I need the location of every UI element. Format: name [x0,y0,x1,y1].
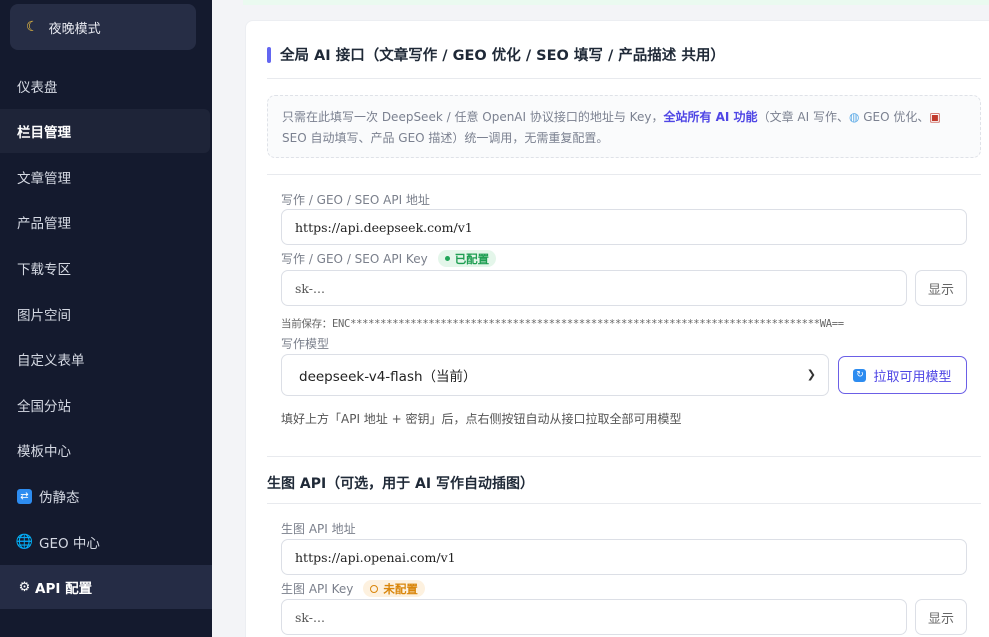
label-text: 写作 / GEO / SEO API Key [281,252,428,266]
sidebar-item-label: 产品管理 [17,216,71,232]
divider [267,174,981,175]
globe-icon: 🌐 [15,534,34,550]
image-api-key-label: 生图 API Key 未配置 [281,580,425,597]
info-notice: 只需在此填写一次 DeepSeek / 任意 OpenAI 协议接口的地址与 K… [267,95,981,158]
status-dot-icon [444,256,450,261]
badge-text: 已配置 [454,251,490,266]
model-hint: 填好上方「API 地址 + 密钥」后，点右侧按钮自动从接口拉取全部可用模型 [281,412,682,426]
gear-icon: ⚙ [18,579,31,595]
api-url-label: 写作 / GEO / SEO API 地址 [281,191,430,208]
divider [267,456,981,457]
show-key-button[interactable]: 显示 [915,270,967,306]
notice-highlight: 全站所有 AI 功能 [663,110,758,124]
status-ring-icon [370,584,379,593]
label-text: 生图 API 地址 [281,522,356,536]
sidebar-item-label: 自定义表单 [17,353,85,369]
image-api-url-input[interactable]: https://api.openai.com/v1 [281,539,967,575]
sidebar-item-products[interactable]: 产品管理 [0,200,212,244]
button-label: 显示 [927,611,954,627]
sidebar-item-label: API 配置 [35,581,93,597]
chevron-down-icon: ❯ [806,368,816,381]
notice-text: 只需在此填写一次 DeepSeek / 任意 OpenAI 协议接口的地址与 K… [282,110,664,124]
label-text: 生图 API Key [281,582,354,596]
section-title-text: 全局 AI 接口（文章写作 / GEO 优化 / SEO 填写 / 产品描述 共… [280,48,725,64]
notice-text: （文章 AI 写作、 [757,110,849,124]
refresh-icon: ↻ [853,368,867,382]
model-label: 写作模型 [281,335,329,352]
api-key-input[interactable]: sk-... [281,270,907,306]
sidebar-item-columns[interactable]: 栏目管理 [0,109,210,153]
sidebar-item-label: 模板中心 [17,444,71,460]
model-select[interactable]: deepseek-v4-flash（当前） ❯ [281,354,829,396]
status-badge-configured: 已配置 [437,250,497,267]
title-accent-bar [267,46,271,63]
sidebar-item-label: 栏目管理 [17,125,71,141]
image-api-key-input[interactable]: sk-... [281,599,907,635]
section-title-global-ai: 全局 AI 接口（文章写作 / GEO 优化 / SEO 填写 / 产品描述 共… [267,44,725,65]
notice-text: GEO 优化、 [859,110,930,124]
button-label: 显示 [927,282,954,298]
sidebar-item-images[interactable]: 图片空间 [0,292,212,336]
night-mode-label: 夜晚模式 [48,21,101,37]
input-value: https://api.deepseek.com/v1 [295,219,473,235]
sidebar-item-api-config[interactable]: ⚙ API 配置 [0,565,212,609]
show-image-key-button[interactable]: 显示 [915,599,967,635]
api-key-label: 写作 / GEO / SEO API Key 已配置 [281,250,497,267]
night-mode-toggle[interactable]: ☾ 夜晚模式 [10,4,196,50]
section-title-image-api: 生图 API（可选，用于 AI 写作自动插图） [267,476,534,492]
success-banner-edge [243,0,989,5]
sidebar-item-custom-forms[interactable]: 自定义表单 [0,337,212,381]
robot-icon: ▣ [929,110,941,124]
select-value: deepseek-v4-flash（当前） [299,369,477,385]
badge-text: 未配置 [383,581,418,596]
sidebar-item-label: 仪表盘 [17,80,58,96]
input-value: https://api.openai.com/v1 [295,549,456,565]
divider [267,503,981,504]
sidebar-item-label: 文章管理 [17,171,71,187]
image-api-url-label: 生图 API 地址 [281,520,356,537]
sidebar-item-geo-center[interactable]: 🌐 GEO 中心 [0,520,212,564]
api-url-input[interactable]: https://api.deepseek.com/v1 [281,209,967,245]
label-text: 写作 / GEO / SEO API 地址 [281,193,430,207]
sidebar-item-label: 全国分站 [17,399,71,415]
notice-text: SEO 自动填写、产品 GEO 描述）统一调用，无需重复配置。 [282,131,609,145]
moon-icon: ☾ [26,19,39,35]
button-label: 拉取可用模型 [873,369,952,385]
sidebar-item-label: 图片空间 [17,308,71,324]
status-badge-not-configured: 未配置 [363,580,425,597]
sidebar-item-articles[interactable]: 文章管理 [0,155,212,199]
sidebar-item-substations[interactable]: 全国分站 [0,383,212,427]
sidebar-item-label: 伪静态 [39,490,80,506]
saved-key-text: 当前保存：ENC********************************… [281,318,844,330]
globe-icon: ◍ [848,110,860,124]
sidebar-item-label: GEO 中心 [39,536,100,552]
divider [267,78,981,79]
sidebar-item-label: 下载专区 [17,262,71,278]
sidebar-item-rewrite[interactable]: ⇄ 伪静态 [0,474,212,518]
sidebar: ☾ 夜晚模式 仪表盘 栏目管理 文章管理 产品管理 下载专区 图片空间 自定义表… [0,0,212,637]
sync-icon: ⇄ [17,488,32,504]
label-text: 写作模型 [281,337,330,351]
input-placeholder: sk-... [295,280,325,296]
fetch-models-button[interactable]: ↻ 拉取可用模型 [838,356,967,394]
sidebar-item-downloads[interactable]: 下载专区 [0,246,212,290]
sidebar-item-templates[interactable]: 模板中心 [0,428,212,472]
input-placeholder: sk-... [295,609,325,625]
sidebar-item-dashboard[interactable]: 仪表盘 [0,64,212,108]
